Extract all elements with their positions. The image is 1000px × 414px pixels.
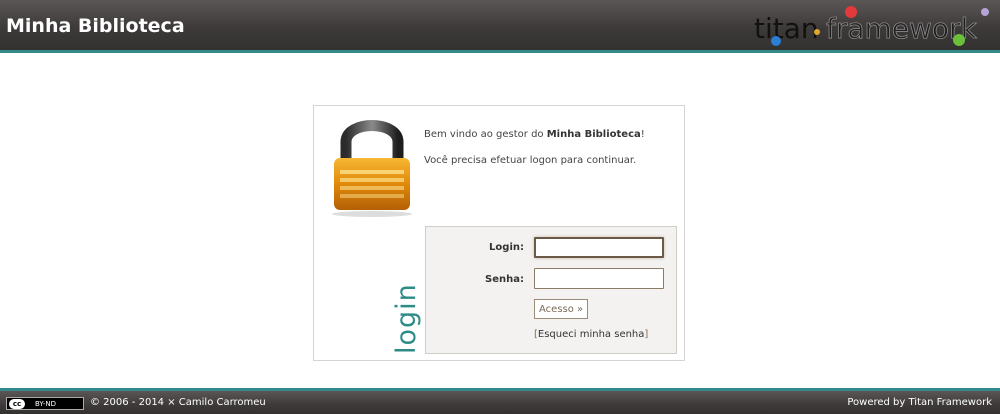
welcome-message: Bem vindo ao gestor do Minha Biblioteca!… [424,128,679,180]
welcome-line: Bem vindo ao gestor do Minha Biblioteca! [424,129,645,140]
forgot-password: [Esqueci minha senha] [534,329,648,340]
login-label: Login: [489,242,524,253]
app-footer: cc BY-ND © 2006 - 2014 × Camilo Carromeu… [0,388,1000,414]
app-header: Minha Biblioteca titan framework [0,0,1000,53]
copyright-text: © 2006 - 2014 × Camilo Carromeu [90,397,266,408]
cc-license-badge[interactable]: cc BY-ND [6,397,84,410]
login-submit-button[interactable]: Acesso » [534,299,589,319]
app-title: Minha Biblioteca [6,15,185,37]
login-form: Login: Senha: Acesso » [Esqueci minha se… [425,226,677,354]
login-input[interactable] [534,237,664,258]
creative-commons-icon: cc [9,399,25,409]
password-label: Senha: [485,274,524,285]
powered-by-link[interactable]: Powered by Titan Framework [847,397,992,408]
password-input[interactable] [534,268,664,289]
forgot-bracket-close: ] [644,329,649,340]
login-box: Bem vindo ao gestor do Minha Biblioteca!… [313,105,685,361]
forgot-password-link[interactable]: Esqueci minha senha [538,329,645,340]
titan-framework-logo: titan framework [754,4,996,49]
logon-instruction: Você precisa efetuar logon para continua… [424,155,637,166]
welcome-app-name: Minha Biblioteca [546,129,641,140]
license-type: BY-ND [35,400,57,408]
padlock-icon [326,114,418,218]
login-side-title: login [391,283,422,354]
brand-text-titan: titan [754,12,819,45]
